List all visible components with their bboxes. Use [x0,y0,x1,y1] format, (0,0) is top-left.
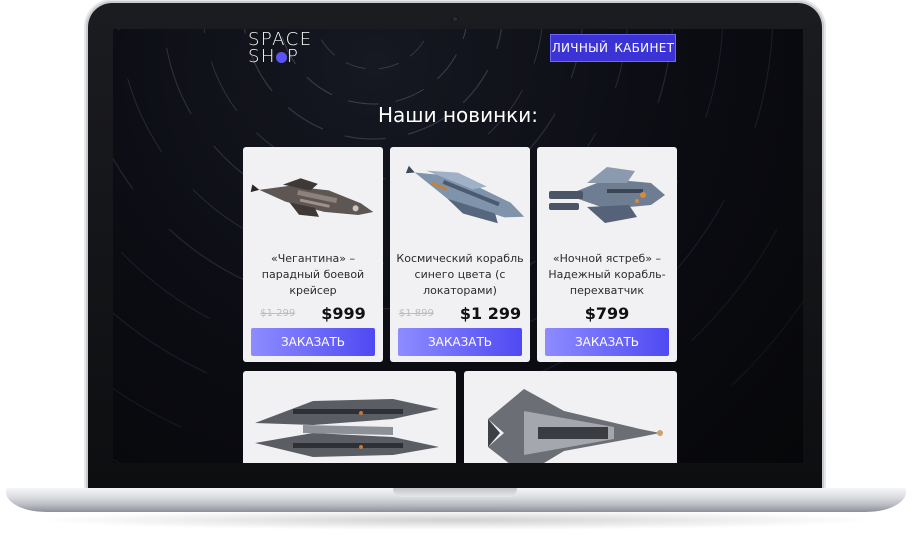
logo[interactable]: SPACE SH P [248,31,328,67]
webcam [451,15,459,23]
laptop-shadow [30,510,882,530]
personal-cabinet-button[interactable]: ЛИЧНЫЙ КАБИНЕТ [550,34,676,62]
product-name: «Ночной ястреб» – Надежный корабль-перех… [548,252,666,297]
laptop-notch [393,488,517,497]
cabinet-button-word-2: КАБИНЕТ [614,41,675,55]
old-price: $1 899 [398,307,434,319]
cabinet-button-word-1: ЛИЧНЫЙ [551,41,609,55]
current-price: $1 299 [459,303,522,323]
delta-fighter-image [488,389,663,463]
product-card [464,371,677,463]
product-card: «Чегантина» – парадный боевой крейсер $1… [243,147,383,362]
current-price: $999 [321,303,366,323]
product-name: «Чегантина» – парадный боевой крейсер [261,252,365,297]
product-card: «Ночной ястреб» – Надежный корабль-перех… [537,147,677,362]
current-price: $799 [584,303,630,323]
interceptor-ship-image [549,167,665,223]
order-button[interactable]: ЗАКАЗАТЬ [398,328,522,356]
product-card [243,371,456,463]
laptop-screen: SPACE SHP ЛИЧНЫЙ КАБИНЕТ Наши новинки: [113,29,803,463]
logo-text-a: SH [248,46,276,67]
laptop-mockup: SPACE SHP ЛИЧНЫЙ КАБИНЕТ Наши новинки: [0,0,912,551]
price-row: $1 899 $1 299 [390,302,530,324]
blue-ship-image [405,165,525,224]
price-row: $1 299 $999 [243,302,383,324]
logo-planet-icon [275,52,287,63]
logo-line-2: SH P [248,46,328,67]
order-button[interactable]: ЗАКАЗАТЬ [545,328,669,356]
product-card: Космический корабль синего цвета (с лока… [390,147,530,362]
old-price: $1 299 [260,307,296,319]
section-title: Наши новинки: [378,103,538,127]
price-row: $799 [537,302,677,324]
twin-blade-ship-image [255,399,439,457]
product-name: Космический корабль синего цвета (с лока… [396,252,524,297]
cruiser-ship-image [250,178,374,217]
order-button[interactable]: ЗАКАЗАТЬ [251,328,375,356]
logo-text-b: P [286,46,300,67]
